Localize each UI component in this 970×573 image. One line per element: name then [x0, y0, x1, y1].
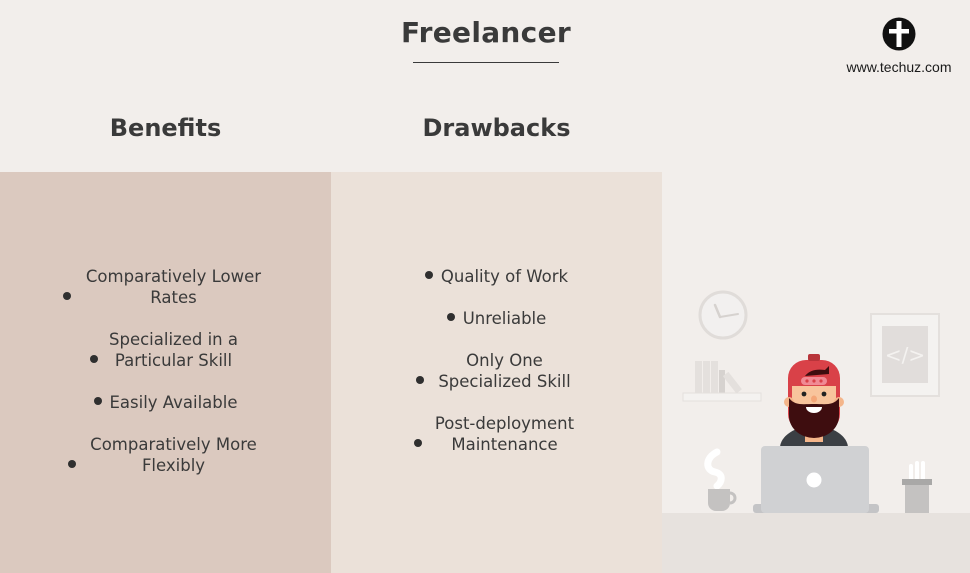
bullet-icon [62, 292, 71, 300]
bullet-icon [93, 397, 102, 405]
benefits-list: Comparatively Lower Rates Specialized in… [0, 266, 331, 497]
coffee-mug-icon [704, 448, 737, 511]
drawbacks-panel: Quality of Work Unreliable Only One Spec… [331, 172, 662, 573]
benefits-heading: Benefits [109, 114, 222, 142]
list-item-text: Unreliable [462, 309, 547, 328]
drawbacks-list: Quality of Work Unreliable Only One Spec… [331, 266, 662, 476]
page-title: Freelancer [401, 16, 571, 49]
list-item: Easily Available [0, 392, 331, 413]
bookshelf-icon [682, 361, 762, 402]
list-item: Unreliable [331, 308, 662, 329]
laptop-icon [753, 446, 879, 513]
list-item-text: Quality of Work [440, 267, 569, 286]
developer-illustration: </> [682, 290, 940, 513]
bullet-icon [67, 460, 76, 468]
code-frame-icon: </> [870, 313, 940, 397]
techuz-logo-icon[interactable] [882, 17, 916, 51]
bullet-icon [416, 376, 424, 384]
list-item: Post-deployment Maintenance [331, 413, 662, 455]
list-item-text: Comparatively More Flexibly [90, 435, 257, 475]
drawbacks-heading: Drawbacks [422, 114, 571, 142]
clock-icon [698, 290, 748, 340]
benefits-panel: Comparatively Lower Rates Specialized in… [0, 172, 331, 573]
pencil-holder-icon [902, 461, 932, 513]
title-underline [413, 62, 559, 63]
svg-text:</>: </> [885, 343, 925, 367]
list-item-text: Specialized in a Particular Skill [109, 330, 238, 370]
bullet-icon [446, 313, 455, 321]
website-link[interactable]: www.techuz.com [838, 59, 960, 75]
developer-avatar [780, 354, 848, 448]
list-item-text: Easily Available [109, 393, 238, 412]
list-item-text: Comparatively Lower Rates [85, 267, 262, 307]
list-item: Comparatively More Flexibly [0, 434, 331, 476]
list-item-text: Only One Specialized Skill [438, 351, 571, 391]
list-item: Comparatively Lower Rates [0, 266, 331, 308]
list-item-text: Post-deployment Maintenance [434, 414, 575, 454]
bullet-icon [90, 355, 98, 363]
list-item: Only One Specialized Skill [331, 350, 662, 392]
bullet-icon [413, 439, 422, 447]
bullet-icon [424, 271, 433, 279]
list-item: Quality of Work [331, 266, 662, 287]
list-item: Specialized in a Particular Skill [0, 329, 331, 371]
